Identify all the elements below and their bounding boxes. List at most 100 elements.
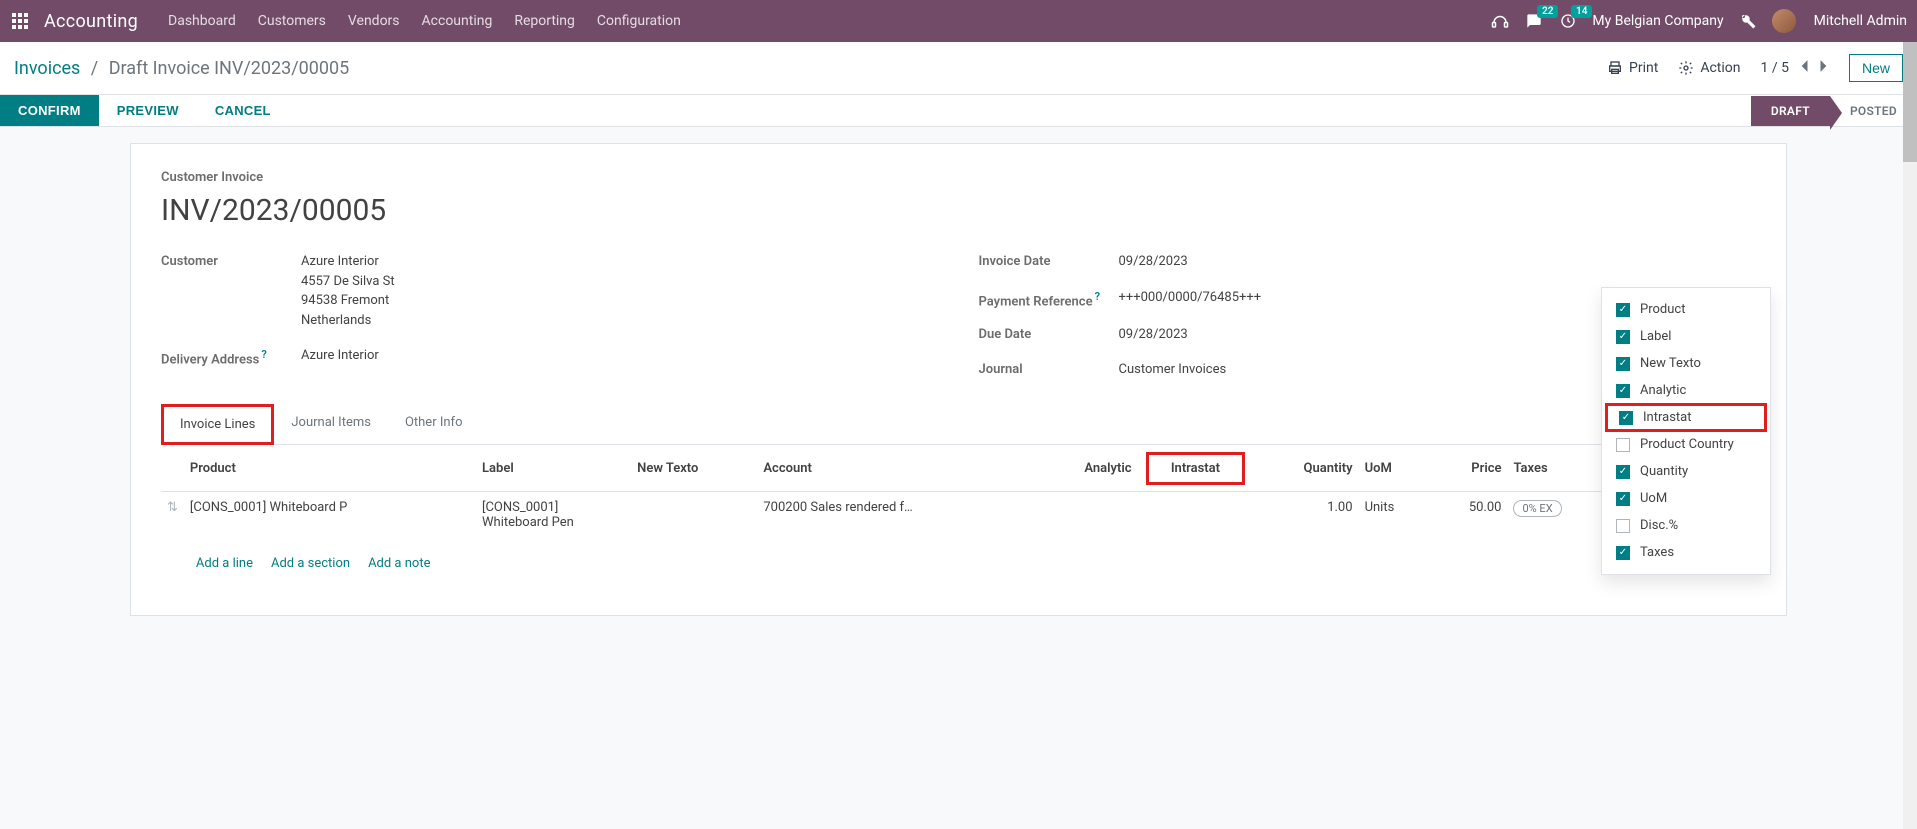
customer-value[interactable]: Azure Interior 4557 De Silva St 94538 Fr… (301, 252, 939, 330)
checkbox-icon[interactable]: ✓ (1616, 357, 1630, 371)
clock-icon[interactable]: 14 (1558, 11, 1578, 31)
cell-qty[interactable]: 1.00 (1253, 491, 1358, 538)
add-section-link[interactable]: Add a section (271, 556, 350, 571)
cell-label[interactable]: [CONS_0001] Whiteboard Pen (476, 491, 631, 538)
cell-product[interactable]: [CONS_0001] Whiteboard P (184, 491, 476, 538)
col-intrastat[interactable]: Intrastat (1137, 447, 1253, 492)
cell-price[interactable]: 50.00 (1431, 491, 1508, 538)
checkbox-icon[interactable]: ✓ (1619, 411, 1633, 425)
cancel-button[interactable]: CANCEL (197, 95, 289, 126)
dropdown-item-label: Label (1640, 329, 1671, 344)
preview-button[interactable]: PREVIEW (99, 95, 197, 126)
checkbox-icon[interactable]: ✓ (1616, 492, 1630, 506)
dropdown-item-label: Product (1640, 302, 1685, 317)
chat-badge: 22 (1537, 5, 1558, 18)
dropdown-item[interactable]: Disc.% (1602, 512, 1770, 539)
nav-dashboard[interactable]: Dashboard (168, 13, 236, 29)
customer-addr1: 4557 De Silva St (301, 272, 939, 292)
invoice-date-label: Invoice Date (979, 252, 1119, 272)
checkbox-icon[interactable]: ✓ (1616, 303, 1630, 317)
delivery-value[interactable]: Azure Interior (301, 346, 939, 367)
cell-uom[interactable]: Units (1359, 491, 1431, 538)
pager-prev-icon[interactable] (1799, 59, 1809, 77)
confirm-button[interactable]: CONFIRM (0, 95, 99, 126)
scrollbar[interactable] (1903, 42, 1917, 829)
breadcrumb: Invoices / Draft Invoice INV/2023/00005 (14, 58, 349, 79)
nav-accounting[interactable]: Accounting (422, 13, 493, 29)
optional-columns-dropdown: ✓ Product ✓ Label ✓New Texto✓Analytic✓Intras… (1601, 287, 1771, 575)
dropdown-item[interactable]: ✓Taxes (1602, 539, 1770, 566)
col-taxes[interactable]: Taxes (1507, 447, 1611, 492)
cell-account[interactable]: 700200 Sales rendered f… (757, 491, 1035, 538)
cell-analytic[interactable] (1036, 491, 1138, 538)
customer-country: Netherlands (301, 311, 939, 331)
checkbox-icon[interactable] (1616, 438, 1630, 452)
col-label[interactable]: Label (476, 447, 631, 492)
form-title: INV/2023/00005 (161, 193, 1756, 228)
col-analytic[interactable]: Analytic (1036, 447, 1138, 492)
scroll-thumb[interactable] (1903, 42, 1917, 162)
company-switcher[interactable]: My Belgian Company (1592, 13, 1723, 29)
customer-addr2: 94538 Fremont (301, 291, 939, 311)
cell-intrastat[interactable] (1137, 491, 1253, 538)
invoice-lines-table: Product Label New Texto Account Analytic… (161, 447, 1756, 589)
pager: 1 / 5 (1761, 59, 1829, 77)
due-date[interactable]: 09/28/2023 (1119, 325, 1188, 345)
invoice-date[interactable]: 09/28/2023 (1119, 252, 1757, 272)
add-note-link[interactable]: Add a note (368, 556, 430, 571)
checkbox-icon[interactable]: ✓ (1616, 546, 1630, 560)
pager-next-icon[interactable] (1819, 59, 1829, 77)
col-newtexto[interactable]: New Texto (631, 447, 757, 492)
chat-icon[interactable]: 22 (1524, 11, 1544, 31)
dropdown-item-label: Disc.% (1640, 518, 1678, 533)
col-product[interactable]: Product (184, 447, 476, 492)
dropdown-item[interactable]: ✓Quantity (1602, 458, 1770, 485)
nav-reporting[interactable]: Reporting (514, 13, 575, 29)
journal-value[interactable]: Customer Invoices (1119, 360, 1227, 380)
help-icon[interactable]: ? (261, 348, 266, 361)
dropdown-item[interactable]: ✓New Texto (1602, 350, 1770, 377)
new-button[interactable]: New (1849, 54, 1903, 82)
app-brand[interactable]: Accounting (44, 11, 138, 32)
support-icon[interactable] (1490, 11, 1510, 31)
col-price[interactable]: Price (1431, 447, 1508, 492)
sheet-wrap: Customer Invoice INV/2023/00005 Customer… (0, 127, 1917, 656)
col-quantity[interactable]: Quantity (1253, 447, 1358, 492)
nav-vendors[interactable]: Vendors (348, 13, 400, 29)
user-name[interactable]: Mitchell Admin (1814, 13, 1907, 29)
print-label: Print (1629, 60, 1658, 76)
dropdown-item[interactable]: ✓Intrastat (1605, 403, 1767, 432)
cell-newtexto[interactable] (631, 491, 757, 538)
cell-taxes[interactable]: 0% EX (1507, 491, 1611, 538)
table-row[interactable]: ⇅ [CONS_0001] Whiteboard P [CONS_0001] W… (161, 491, 1756, 538)
dropdown-item[interactable]: ✓ Product (1602, 296, 1770, 323)
checkbox-icon[interactable]: ✓ (1616, 384, 1630, 398)
dropdown-item[interactable]: ✓ Label (1602, 323, 1770, 350)
customer-name: Azure Interior (301, 252, 939, 272)
tab-invoice-lines[interactable]: Invoice Lines (161, 404, 274, 445)
payref-label: Payment Reference? (979, 288, 1119, 309)
add-line-link[interactable]: Add a line (196, 556, 253, 571)
nav-configuration[interactable]: Configuration (597, 13, 681, 29)
apps-grid-icon[interactable] (10, 11, 30, 31)
user-avatar[interactable] (1772, 9, 1796, 33)
customer-label: Customer (161, 252, 301, 330)
dropdown-item[interactable]: ✓UoM (1602, 485, 1770, 512)
dropdown-item[interactable]: ✓Analytic (1602, 377, 1770, 404)
tab-journal-items[interactable]: Journal Items (274, 404, 388, 444)
nav-customers[interactable]: Customers (258, 13, 326, 29)
help-icon[interactable]: ? (1095, 290, 1100, 303)
dropdown-item[interactable]: Product Country (1602, 431, 1770, 458)
col-account[interactable]: Account (757, 447, 1035, 492)
checkbox-icon[interactable] (1616, 519, 1630, 533)
tab-other-info[interactable]: Other Info (388, 404, 480, 444)
breadcrumb-root[interactable]: Invoices (14, 58, 80, 79)
print-button[interactable]: Print (1607, 60, 1658, 76)
drag-handle-icon[interactable]: ⇅ (167, 500, 178, 515)
tools-icon[interactable] (1738, 11, 1758, 31)
col-uom[interactable]: UoM (1359, 447, 1431, 492)
status-draft[interactable]: DRAFT (1751, 96, 1830, 126)
action-button[interactable]: Action (1678, 60, 1740, 76)
checkbox-icon[interactable]: ✓ (1616, 465, 1630, 479)
checkbox-icon[interactable]: ✓ (1616, 330, 1630, 344)
